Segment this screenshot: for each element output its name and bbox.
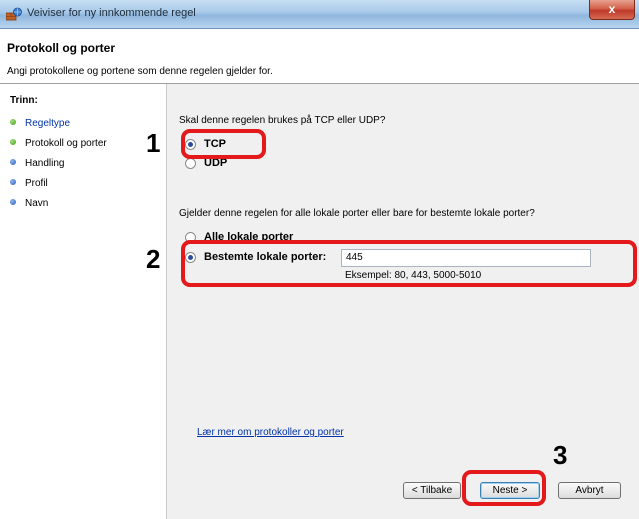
step-label: Handling: [25, 158, 65, 169]
firewall-app-icon: [6, 7, 22, 21]
step-label: Protokoll og porter: [25, 138, 107, 149]
ports-question: Gjelder denne regelen for alle lokale po…: [179, 208, 535, 219]
title-bar: Veiviser for ny innkommende regel x: [0, 0, 639, 29]
wizard-header: Protokoll og porter Angi protokollene og…: [0, 29, 639, 84]
callout-tcp: [181, 129, 266, 159]
step-complete-icon: [10, 119, 16, 126]
step-label: Navn: [25, 198, 49, 209]
step-protocol-ports: Protokoll og porter: [10, 138, 107, 149]
steps-label: Trinn:: [10, 95, 38, 106]
back-button[interactable]: < Tilbake: [403, 482, 461, 499]
step-label: Regeltype: [25, 118, 71, 129]
window-title: Veiviser for ny innkommende regel: [27, 7, 196, 19]
step-current-icon: [10, 139, 16, 146]
step-pending-icon: [10, 179, 16, 186]
step-profile: Profil: [10, 178, 48, 189]
step-name: Navn: [10, 198, 48, 209]
page-description: Angi protokollene og portene som denne r…: [7, 66, 273, 77]
callout-ports: [181, 240, 637, 287]
callout-next: [462, 470, 546, 506]
close-button[interactable]: x: [589, 0, 635, 20]
steps-pane: Trinn: Regeltype Protokoll og porter Han…: [0, 84, 167, 519]
protocol-question: Skal denne regelen brukes på TCP eller U…: [179, 115, 386, 126]
step-pending-icon: [10, 199, 16, 206]
step-rule-type[interactable]: Regeltype: [10, 118, 70, 129]
step-number-1: 1: [146, 128, 161, 158]
step-pending-icon: [10, 159, 16, 166]
step-number-2: 2: [146, 244, 161, 274]
step-label: Profil: [25, 178, 48, 189]
step-number-3: 3: [553, 440, 568, 470]
page-title: Protokoll og porter: [7, 41, 115, 55]
udp-radio[interactable]: [185, 158, 196, 169]
step-action: Handling: [10, 158, 64, 169]
learn-more-link[interactable]: Lær mer om protokoller og porter: [197, 427, 344, 438]
cancel-button[interactable]: Avbryt: [558, 482, 621, 499]
